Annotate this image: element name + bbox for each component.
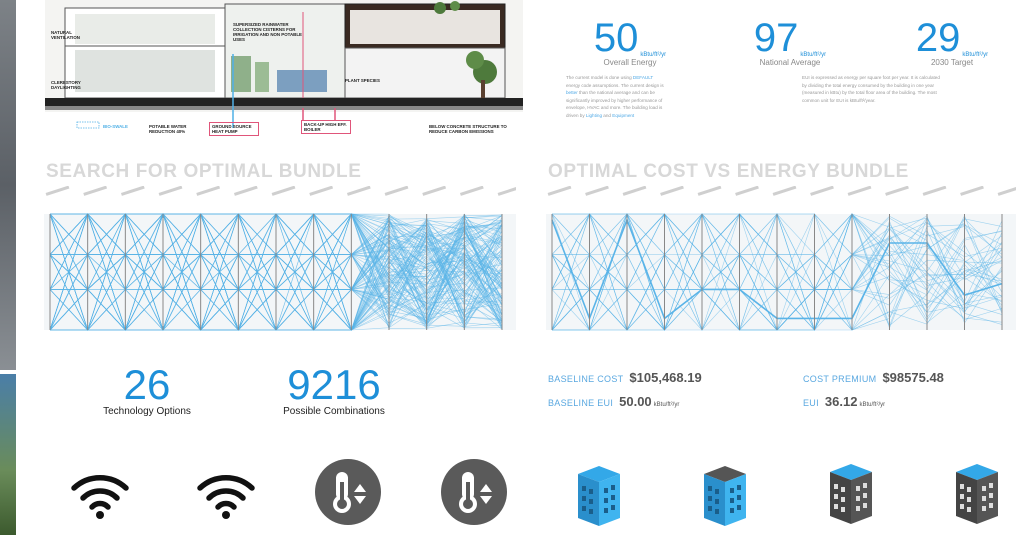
label-bioswale: BIO-SWALE xyxy=(103,124,128,129)
axis-label xyxy=(697,186,722,196)
stat-label: Technology Options xyxy=(103,406,191,417)
axis-label xyxy=(622,186,647,196)
parallel-coordinates-search xyxy=(44,186,516,331)
baseline-eui-label: BASELINE EUI xyxy=(548,398,614,408)
axis-label xyxy=(660,186,684,196)
label-clerestory-daylighting: CLERESTORY DAYLIGHTING xyxy=(51,80,81,90)
para-text: energy code assumptions. The current des… xyxy=(566,82,664,88)
link-lighting[interactable]: Lighting xyxy=(586,113,602,118)
stat-possible-combinations: 9216 Possible Combinations xyxy=(272,361,396,418)
wifi-icon[interactable] xyxy=(196,470,256,525)
axis-label xyxy=(346,186,371,196)
kpi-national-average: 97 kBtu/ft²/yr National Average xyxy=(730,18,850,67)
building-section-diagram: NATURAL VENTILATION SUPERSIZED RAINWATER… xyxy=(45,0,523,150)
stat-value: 26 xyxy=(123,361,171,408)
building-icon[interactable] xyxy=(700,462,750,533)
axis-label xyxy=(158,186,183,196)
heading-search-optimal-bundle: SEARCH FOR OPTIMAL BUNDLE xyxy=(46,161,362,182)
axis-label xyxy=(547,186,572,196)
axis-label xyxy=(384,186,409,196)
eui-unit: kBtu/ft²/yr xyxy=(859,402,886,408)
kpi-label: 2030 Target xyxy=(930,58,974,67)
axis-label xyxy=(271,186,296,196)
axis-label xyxy=(459,186,484,196)
stat-technology-options: 26 Technology Options xyxy=(92,361,202,418)
label-backup-boiler: BACK-UP HIGH EFF. BOILER xyxy=(301,120,351,134)
link-default[interactable]: DEFAULT xyxy=(633,75,653,80)
kpi-value: 97 xyxy=(753,16,799,60)
label-plant-species: PLANT SPECIES xyxy=(345,78,380,83)
baseline-eui-value: 50.00 xyxy=(619,394,652,409)
left-photo-trees xyxy=(0,374,16,535)
heading-optimal-cost-vs-energy: OPTIMAL COST VS ENERGY BUNDLE xyxy=(548,161,909,182)
eui-description: EUI is expressed as energy per square fo… xyxy=(802,75,940,103)
axis-label xyxy=(120,186,145,196)
label-natural-ventilation: NATURAL VENTILATION xyxy=(51,30,80,40)
cost-premium-value: $98575.48 xyxy=(882,370,944,385)
building-icon[interactable] xyxy=(574,462,624,533)
para-text: The current model is done using xyxy=(566,75,632,80)
kpi-2030-target: 29 kBtu/ft²/yr 2030 Target xyxy=(892,18,1012,67)
label-rainwater-cisterns: SUPERSIZED RAINWATER COLLECTION CISTERNS… xyxy=(233,22,302,42)
axis-label xyxy=(735,186,759,196)
wifi-icon[interactable] xyxy=(70,470,130,525)
axis-label xyxy=(810,186,834,196)
axis-label xyxy=(885,186,909,196)
kpi-overall-energy: 50 kBtu/ft²/yr Overall Energy xyxy=(570,18,690,67)
building-icon[interactable] xyxy=(826,460,876,531)
axis-label xyxy=(83,186,108,196)
kpi-label: National Average xyxy=(759,58,821,67)
kpi-value: 50 xyxy=(593,16,639,60)
model-description: The current model is done using DEFAULT … xyxy=(566,74,664,119)
cost-premium-label: COST PREMIUM xyxy=(803,374,877,384)
thermostat-icon[interactable] xyxy=(314,458,382,531)
label-ground-source-heat-pump: GROUND SOURCE HEAT PUMP xyxy=(209,122,259,136)
axis-label xyxy=(309,186,334,196)
cost-premium: COST PREMIUM $98575.48 xyxy=(803,370,944,385)
axis-label xyxy=(997,186,1016,196)
label-concrete-structure: BELOW CONCRETE STRUCTURE TO REDUCE CARBO… xyxy=(429,124,507,134)
baseline-eui-unit: kBtu/ft²/yr xyxy=(653,402,680,408)
axis-label xyxy=(847,186,872,196)
axis-label xyxy=(922,186,947,196)
stat-label: Possible Combinations xyxy=(283,406,385,417)
baseline-cost: BASELINE COST $105,468.19 xyxy=(548,370,702,385)
axis-label xyxy=(585,186,609,196)
link-equipment[interactable]: Equipment xyxy=(612,113,634,118)
kpi-label: Overall Energy xyxy=(603,58,657,67)
eui: EUI 36.12 kBtu/ft²/yr xyxy=(803,394,885,409)
baseline-cost-label: BASELINE COST xyxy=(548,374,624,384)
para-text: and xyxy=(603,112,611,118)
axis-label xyxy=(422,186,447,196)
building-icon[interactable] xyxy=(952,460,1002,531)
axis-label xyxy=(960,186,984,196)
thermostat-icon[interactable] xyxy=(440,458,508,531)
axis-label xyxy=(772,186,797,196)
axis-label xyxy=(233,186,258,196)
axis-label xyxy=(196,186,221,196)
baseline-eui: BASELINE EUI 50.00 kBtu/ft²/yr xyxy=(548,394,679,409)
stat-value: 9216 xyxy=(287,361,381,408)
link-better[interactable]: better xyxy=(566,90,578,95)
parallel-coordinates-optimal xyxy=(546,186,1016,331)
eui-value: 36.12 xyxy=(824,394,858,409)
axis-label xyxy=(497,186,516,196)
kpi-value: 29 xyxy=(915,16,961,60)
left-photo-street xyxy=(0,0,16,370)
axis-label xyxy=(45,186,70,196)
baseline-cost-value: $105,468.19 xyxy=(629,370,702,385)
eui-label: EUI xyxy=(803,398,819,408)
label-potable-water: POTABLE WATER REDUCTION 40% xyxy=(149,124,187,134)
